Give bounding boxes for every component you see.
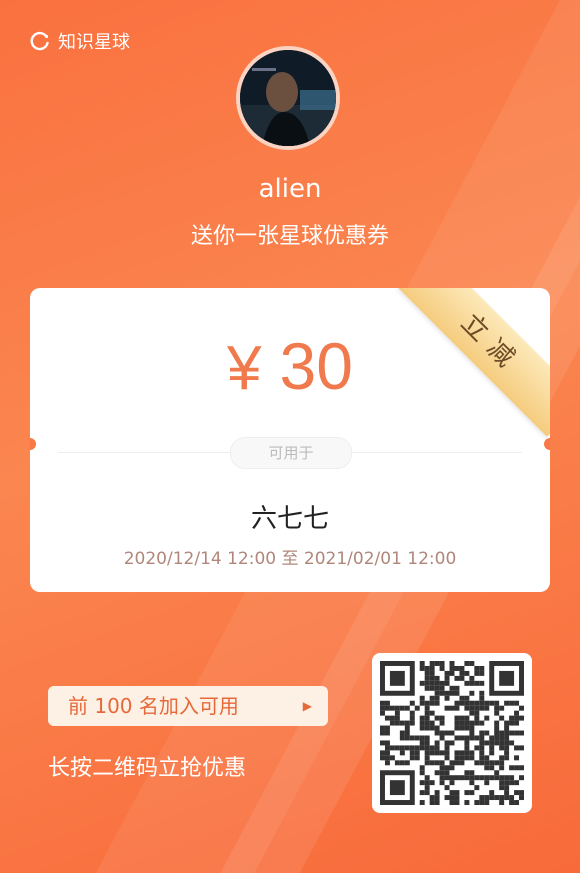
amount-value: 30 (279, 329, 353, 403)
validity-period: 2020/12/14 12:00 至 2021/02/01 12:00 (123, 549, 457, 569)
card-notch-right (544, 438, 550, 450)
limit-text: 前 100 名加入可用 (68, 694, 239, 718)
applicable-tag: 可用于 (230, 437, 352, 469)
planet-icon (30, 31, 49, 51)
subtitle: 送你一张星球优惠券 (190, 224, 389, 249)
limit-badge: 前 100 名加入可用 ▶ (48, 686, 328, 726)
avatar (236, 46, 340, 150)
brand: 知识星球 (30, 28, 130, 54)
coupon-amount: ¥30 (30, 328, 550, 404)
user-name: alien (258, 174, 322, 204)
qr-code-icon (380, 661, 524, 805)
play-arrow-icon: ▶ (302, 699, 312, 713)
group-name: 六七七 (250, 504, 329, 534)
coupon-card: 立减 ¥30 可用于 六七七 2020/12/14 12:00 至 2021/0… (30, 288, 550, 592)
avatar-photo (240, 50, 336, 146)
currency-symbol: ¥ (227, 334, 262, 403)
qr-code[interactable] (372, 653, 532, 813)
brand-name: 知识星球 (58, 32, 130, 53)
qr-hint: 长按二维码立抢优惠 (48, 756, 247, 781)
card-notch-left (30, 438, 36, 450)
